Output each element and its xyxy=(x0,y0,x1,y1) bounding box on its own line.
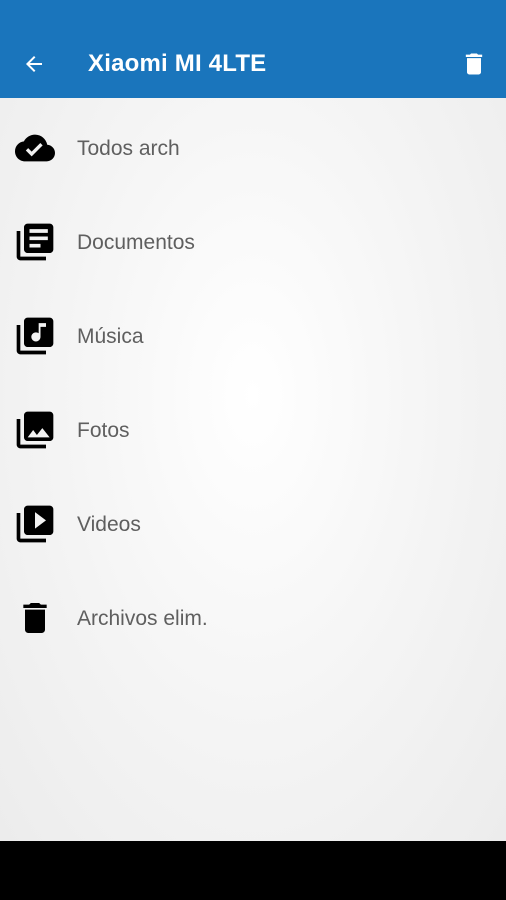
back-button[interactable] xyxy=(16,44,52,84)
menu-item-archivos-elim[interactable]: Archivos elim. xyxy=(0,571,506,665)
menu-item-fotos[interactable]: Fotos xyxy=(0,383,506,477)
menu-item-documentos[interactable]: Documentos xyxy=(0,195,506,289)
video-library-icon xyxy=(10,501,60,547)
page-title: Xiaomi MI 4LTE xyxy=(88,50,267,77)
app-bar: Xiaomi MI 4LTE xyxy=(0,0,506,98)
menu-item-label: Documentos xyxy=(77,231,195,254)
menu-item-musica[interactable]: Música xyxy=(0,289,506,383)
library-music-icon xyxy=(10,313,60,359)
library-books-icon xyxy=(10,219,60,265)
menu-item-label: Archivos elim. xyxy=(77,607,208,630)
delete-button[interactable] xyxy=(456,44,492,84)
menu-item-label: Todos arch xyxy=(77,137,180,160)
menu-item-todos-arch[interactable]: Todos arch xyxy=(0,101,506,195)
menu-item-label: Videos xyxy=(77,513,141,536)
photo-library-icon xyxy=(10,407,60,453)
menu-item-videos[interactable]: Videos xyxy=(0,477,506,571)
trash-icon xyxy=(10,595,60,641)
arrow-back-icon xyxy=(26,56,42,72)
cloud-check-icon xyxy=(10,125,60,171)
content-area: Todos arch Documentos Música Fotos Video… xyxy=(0,98,506,841)
menu-item-label: Fotos xyxy=(77,419,130,442)
trash-icon xyxy=(465,53,483,75)
menu-item-label: Música xyxy=(77,325,144,348)
system-navigation-bar xyxy=(0,841,506,900)
